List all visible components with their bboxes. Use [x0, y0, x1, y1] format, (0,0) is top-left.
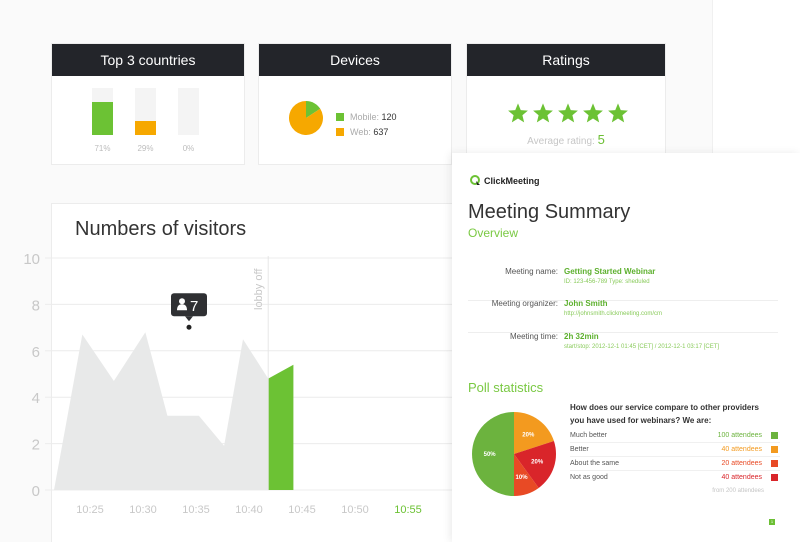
organizer-name: John Smith	[564, 299, 608, 308]
answer-swatch	[771, 460, 778, 467]
poll-question: How does our service compare to other pr…	[570, 403, 759, 425]
card-title: Ratings	[467, 44, 665, 76]
answer-label: Better	[570, 446, 589, 453]
poll-total: from 200 attendees	[712, 488, 764, 494]
poll-pie-chart: 20% 20% 10% 50%	[472, 412, 556, 496]
legend-label: Web:	[350, 127, 371, 137]
answer-label: Not as good	[570, 474, 608, 481]
answer-count: 40 attendees	[721, 474, 762, 481]
legend-item-web: Web: 637	[336, 125, 397, 140]
card-title: Devices	[259, 44, 451, 76]
legend-swatch	[336, 113, 344, 121]
y-tick-label: 2	[32, 437, 40, 454]
legend-label: Mobile:	[350, 112, 380, 122]
star-icon	[508, 103, 528, 123]
answer-count: 40 attendees	[721, 446, 762, 453]
area-live	[268, 364, 294, 490]
row-label: Meeting time:	[509, 332, 558, 341]
meeting-duration: 2h 32min	[564, 332, 599, 341]
star-icon	[558, 103, 578, 123]
country-bars: 71% 29% 0%	[92, 88, 199, 153]
star-icon	[583, 103, 603, 123]
poll-slice-label: 20%	[522, 432, 535, 438]
answer-swatch	[771, 432, 778, 439]
poll-answer-row: Much better 100 attendees	[570, 429, 780, 443]
answer-count: 20 attendees	[721, 460, 762, 467]
lobby-off-label: lobby off	[253, 268, 265, 310]
star-icon	[608, 103, 628, 123]
chart-title: Numbers of visitors	[75, 218, 247, 240]
devices-legend: Mobile: 120 Web: 637	[336, 110, 397, 140]
y-tick-label: 8	[32, 297, 40, 314]
poll-answer-row: About the same 20 attendees	[570, 457, 780, 471]
country-bar: 71%	[92, 88, 113, 153]
page-number: 1	[769, 519, 775, 525]
legend-value: 637	[373, 127, 389, 137]
meeting-start-stop: start/stop: 2012-12-1 01:45 [CET] / 2012…	[564, 344, 720, 350]
clickmeeting-logo-icon	[470, 175, 480, 185]
clickmeeting-logo: ClickMeeting	[470, 175, 540, 186]
average-rating-value: 5	[597, 132, 605, 147]
tooltip-value: 7	[190, 298, 198, 315]
visitor-tooltip: 7	[171, 293, 207, 322]
y-tick-label: 4	[32, 390, 40, 407]
y-tick-label: 6	[32, 344, 40, 361]
meeting-summary-report: ClickMeeting Meeting Summary Overview Me…	[452, 153, 800, 542]
bar-fill	[135, 121, 156, 135]
row-label: Meeting name:	[505, 267, 558, 276]
answer-label: About the same	[570, 460, 620, 467]
poll-slice-label: 50%	[484, 452, 497, 458]
country-bar: 0%	[178, 88, 199, 153]
report-title: Meeting Summary	[468, 201, 631, 223]
bar-label: 71%	[94, 144, 111, 153]
country-bar: 29%	[135, 88, 156, 153]
meeting-id: ID: 123-456-789 Type: sheduled	[564, 279, 650, 285]
x-tick-label: 10:30	[129, 504, 157, 516]
star-icon	[533, 103, 553, 123]
organizer-link[interactable]: http://johnsmith.clickmeeting.com/cm	[564, 311, 662, 317]
answer-swatch	[771, 474, 778, 481]
x-tick-label: 10:40	[235, 504, 263, 516]
x-tick-label: 10:45	[288, 504, 316, 516]
meeting-organizer-row: Meeting organizer: John Smith http://joh…	[468, 299, 778, 333]
meeting-name-row: Meeting name: Getting Started Webinar ID…	[468, 267, 778, 301]
meeting-time-row: Meeting time: 2h 32min start/stop: 2012-…	[468, 332, 778, 366]
poll-title: Poll statistics	[468, 380, 544, 395]
legend-swatch	[336, 128, 344, 136]
bar-label: 29%	[137, 144, 154, 153]
card-title: Top 3 countries	[52, 44, 244, 76]
x-tick-label: 10:55	[394, 504, 422, 516]
logo-text: ClickMeeting	[484, 175, 540, 186]
devices-card: Devices Mobile: 120 Web: 637	[258, 43, 452, 165]
top-countries-card: Top 3 countries 71% 29% 0%	[51, 43, 245, 165]
bar-fill	[92, 101, 113, 135]
x-tick-label: 10:35	[182, 504, 210, 516]
answer-count: 100 attendees	[717, 432, 762, 439]
y-tick-label: 10	[23, 251, 40, 268]
poll-answer-row: Not as good 40 attendees	[570, 471, 780, 485]
devices-pie-chart	[289, 101, 323, 135]
poll-answer-row: Better 40 attendees	[570, 443, 780, 457]
data-point-marker[interactable]	[186, 324, 192, 330]
ratings-card: Ratings Average rating: 5	[466, 43, 666, 165]
row-label: Meeting organizer:	[491, 299, 558, 308]
meeting-name: Getting Started Webinar	[564, 267, 656, 276]
poll-slice-label: 10%	[516, 475, 529, 481]
x-tick-label: 10:25	[76, 504, 104, 516]
legend-item-mobile: Mobile: 120	[336, 110, 397, 125]
star-rating	[507, 102, 629, 124]
bar-label: 0%	[182, 144, 195, 153]
report-subtitle: Overview	[468, 226, 519, 240]
area-lobby	[54, 332, 269, 490]
visitors-area-chart: 0 2 4 6 8 10 10:25 10:30 10:35 10:40 10:45 10:50 10:…	[23, 251, 452, 516]
y-tick-label: 0	[32, 483, 40, 500]
poll-slice-label: 20%	[531, 460, 544, 466]
x-tick-label: 10:50	[341, 504, 369, 516]
legend-value: 120	[381, 112, 397, 122]
answer-swatch	[771, 446, 778, 453]
average-rating: Average rating: 5	[467, 132, 665, 147]
answer-label: Much better	[570, 432, 607, 439]
average-rating-label: Average rating:	[527, 136, 595, 147]
